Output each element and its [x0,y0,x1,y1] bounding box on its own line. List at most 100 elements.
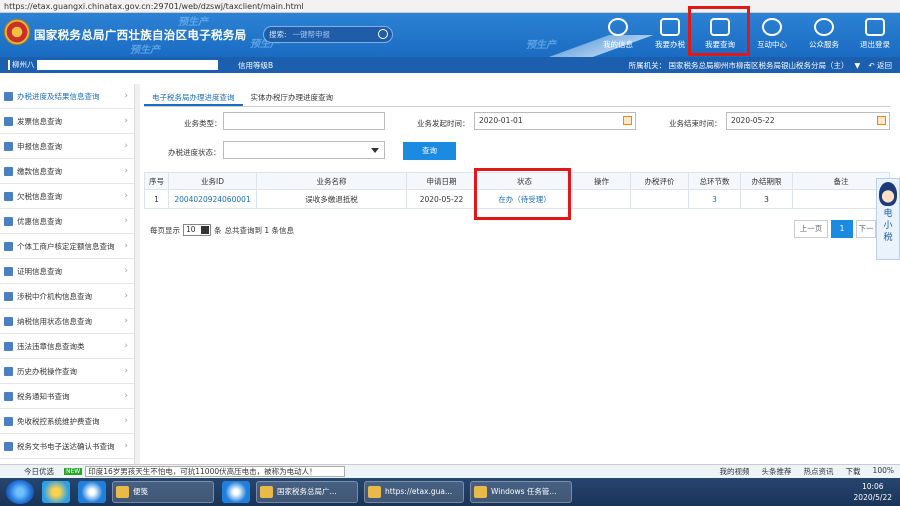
sidebar-scrollbar[interactable] [135,84,140,464]
cell-total-steps[interactable]: 3 [688,189,741,209]
watermark: 预生产 [130,45,160,56]
per-page-select[interactable]: 10 [183,224,211,236]
chevron-right-icon: › [124,416,128,426]
chevron-down-icon [201,226,209,234]
chevron-right-icon: › [124,191,128,201]
sidebar-item-notice[interactable]: 税务通知书查询 › [0,384,134,409]
chevron-down-icon: › [124,91,128,101]
search-icon[interactable] [378,29,388,39]
qq-icon[interactable] [42,481,70,503]
sidebar-item-credit[interactable]: 纳税信用状态信息查询 › [0,309,134,334]
pager-info: 每页显示 10 条 总共查询到 1 条信息 [150,224,294,236]
calendar-icon[interactable] [623,116,632,125]
sidebar-item-invoice[interactable]: 发票信息查询 › [0,109,134,134]
sidebar-item-fee[interactable]: 免收税控系统维护费查询 › [0,409,134,434]
chevron-right-icon: › [124,391,128,401]
col-header: 申请日期 [406,172,477,190]
hot-news-link[interactable]: 热点资讯 [804,466,834,477]
task-manager[interactable]: Windows 任务管... [470,481,572,503]
chevron-right-icon: › [124,266,128,276]
sidebar-item-history[interactable]: 历史办税操作查询 › [0,359,134,384]
sidebar-item-doc-delivery[interactable]: 税务文书电子送达确认书查询 › [0,434,134,459]
folder-icon [4,241,13,251]
assistant-widget[interactable]: 电小税 [876,178,900,260]
cell-business-name: 误收多缴退抵税 [256,189,407,209]
next-page-button[interactable]: 下一 [856,220,876,238]
address-bar[interactable]: https://etax.guangxi.chinatax.gov.cn:297… [0,0,900,13]
ie-icon[interactable] [222,481,250,503]
folder-icon [4,141,13,151]
sidebar-item-quota[interactable]: 个体工商户核定定额信息查询 › [0,234,134,259]
return-link[interactable]: ↶ 返回 [868,60,892,71]
col-header: 序号 [144,172,169,190]
sidebar-item-payment[interactable]: 缴款信息查询 › [0,159,134,184]
search-placeholder: 一键帮申报 [292,30,331,39]
start-button[interactable] [6,480,34,504]
prev-page-button[interactable]: 上一页 [794,220,828,238]
chevron-right-icon: › [124,366,128,376]
folder-icon [4,166,13,176]
news-ticker: 今日优选 NEW 印度16岁男孩天生不怕电，可抗11000伏高压电击，被称为电动… [0,464,900,478]
zoom-level[interactable]: 100% [873,466,894,477]
sidebar-item-certificate[interactable]: 证明信息查询 › [0,259,134,284]
tab-bar: 电子税务局办理进度查询 实体办税厅办理进度查询 [144,90,890,107]
cell-business-id[interactable]: 2004020924060001 [168,189,257,209]
chevron-right-icon: › [124,166,128,176]
chevron-right-icon: › [124,116,128,126]
chevron-right-icon: › [124,291,128,301]
task-notes[interactable]: 便笺 [112,481,214,503]
headline-link[interactable]: 头条推荐 [762,466,792,477]
folder-icon [4,266,13,276]
nav-do-tax[interactable]: 我要办税 [648,15,692,55]
sidebar-item-agency[interactable]: 涉税中介机构信息查询 › [0,284,134,309]
url-text[interactable]: https://etax.guangxi.chinatax.gov.cn:297… [4,2,304,11]
nav-logout[interactable]: 退出登录 [853,15,897,55]
sidebar-item-progress[interactable]: 办税进度及结果信息查询 › [0,84,134,109]
cell-deadline: 3 [740,189,793,209]
nav-interaction[interactable]: 互动中心 [750,15,794,55]
nav-label: 退出登录 [860,40,890,49]
nav-my-info[interactable]: 我的信息 [596,15,640,55]
download-link[interactable]: 下载 [846,466,861,477]
my-video-link[interactable]: 我的视频 [720,466,750,477]
tab-online-progress[interactable]: 电子税务局办理进度查询 [144,90,243,106]
col-header: 业务名称 [256,172,407,190]
nav-public-service[interactable]: 公众服务 [802,15,846,55]
news-headline[interactable]: 印度16岁男孩天生不怕电，可抗11000伏高压电击，被称为电动人！ [85,466,346,477]
dropdown-icon[interactable]: ▼ [855,61,861,70]
cell-index: 1 [144,189,169,209]
header-banner: 国家税务总局广西壮族自治区电子税务局 预生产 预生产 预生产 预生产 搜索: 一… [0,13,900,57]
query-button[interactable]: 查询 [403,142,456,160]
search-label: 搜索: [269,30,287,39]
chevron-down-icon [371,148,379,153]
start-date-input[interactable]: 2020-01-01 [474,112,636,130]
system-clock[interactable]: 10:06 2020/5/22 [854,478,892,506]
search-input[interactable]: 搜索: 一键帮申报 [263,26,393,43]
chevron-right-icon: › [124,216,128,226]
highlight-box [474,168,571,220]
type-label: 业务类型： [184,119,222,128]
sidebar-item-arrears[interactable]: 欠税信息查询 › [0,184,134,209]
clock-time: 10:06 [861,482,884,491]
start-time-label: 业务发起时间： [417,119,470,128]
task-browser[interactable]: https://etax.gua... [364,481,464,503]
total-count: 总共查询到 1 条信息 [224,225,295,235]
sidebar-item-declaration[interactable]: 申报信息查询 › [0,134,134,159]
page-1-button[interactable]: 1 [831,220,853,238]
sidebar-item-violation[interactable]: 违法违章信息查询类 › [0,334,134,359]
today-pick[interactable]: 今日优选 [24,466,54,477]
chevron-right-icon: › [124,441,128,451]
nav-label: 公众服务 [809,40,839,49]
folder-icon [4,341,13,351]
status-select[interactable] [223,141,385,159]
col-header: 办税评价 [630,172,689,190]
business-type-input[interactable] [223,112,385,130]
task-tax-site[interactable]: 国家税务总局广... [256,481,358,503]
sidebar-item-preferential[interactable]: 优惠信息查询 › [0,209,134,234]
tab-hall-progress[interactable]: 实体办税厅办理进度查询 [243,90,342,106]
end-date-input[interactable]: 2020-05-22 [726,112,890,130]
folder-icon [4,391,13,401]
calendar-icon[interactable] [877,116,886,125]
info-bar: 柳州八 信用等级B 所属机关： 国家税务总局柳州市柳南区税务局银山税务分局（主）… [0,57,900,73]
ie-icon[interactable] [78,481,106,503]
